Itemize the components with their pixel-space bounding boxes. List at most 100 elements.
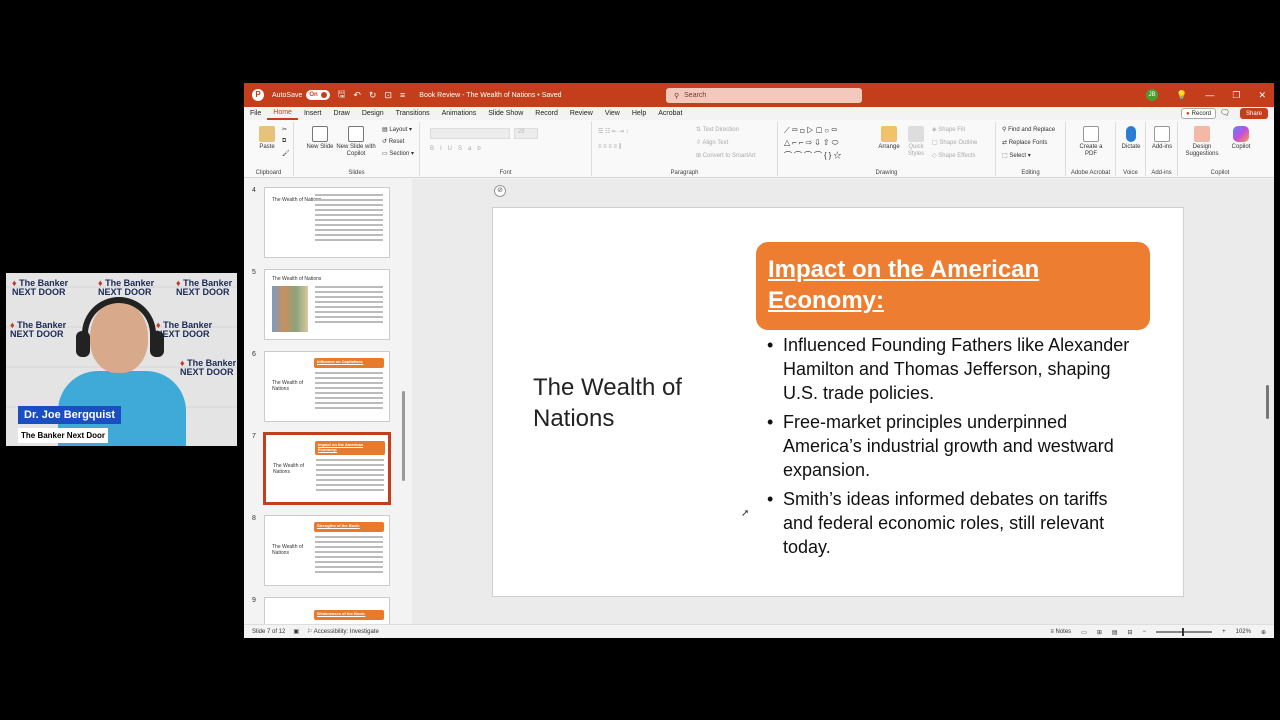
layout-button[interactable]: ▤ Layout ▾ <box>382 126 412 133</box>
zoom-in-icon[interactable]: + <box>1222 629 1226 635</box>
restore-icon[interactable]: ❐ <box>1232 90 1240 101</box>
tab-view[interactable]: View <box>599 110 626 117</box>
copy-icon[interactable]: ⧉ <box>282 138 286 145</box>
paste-button[interactable]: Paste <box>252 126 282 151</box>
slide-thumbnail-6[interactable]: The Wealth of Nations Influence on Capit… <box>264 351 390 422</box>
tab-transitions[interactable]: Transitions <box>390 110 436 117</box>
tab-draw[interactable]: Draw <box>327 110 355 117</box>
autosave-toggle[interactable]: On <box>306 90 330 100</box>
font-size-select[interactable]: 28 <box>514 128 538 139</box>
editor-scrollbar[interactable] <box>1266 189 1270 619</box>
account-avatar[interactable]: JB <box>1146 89 1159 101</box>
search-input[interactable]: ⚲ Search <box>666 88 862 103</box>
thumbnail-number: 9 <box>252 597 256 604</box>
reading-view-icon[interactable]: ▤ <box>1112 629 1118 636</box>
close-icon[interactable]: ✕ <box>1258 90 1266 101</box>
format-painter-icon[interactable]: 🖌 <box>282 150 290 157</box>
tab-record[interactable]: Record <box>529 110 564 117</box>
font-format-buttons[interactable]: BIUSab <box>430 146 487 152</box>
record-button[interactable]: ● Record <box>1181 108 1216 119</box>
tab-review[interactable]: Review <box>564 110 599 117</box>
slide-title[interactable]: The Wealth of Nations <box>533 372 733 434</box>
tab-slide-show[interactable]: Slide Show <box>482 110 529 117</box>
tab-home[interactable]: Home <box>267 107 298 120</box>
slide-thumbnail-5[interactable]: The Wealth of Nations <box>264 269 390 340</box>
microphone-icon <box>1126 126 1136 142</box>
section-button[interactable]: ▭ Section ▾ <box>382 150 414 157</box>
lightbulb-icon[interactable]: 💡 <box>1176 90 1187 101</box>
shape-outline-button[interactable]: ▢ Shape Outline <box>932 139 977 146</box>
paste-icon <box>259 126 275 142</box>
slideshow-icon[interactable]: ⊟ <box>1128 629 1133 636</box>
tab-animations[interactable]: Animations <box>436 110 483 117</box>
new-slide-label: New Slide <box>306 144 334 150</box>
font-family-select[interactable] <box>430 128 510 139</box>
shape-effects-button[interactable]: ◇ Shape Effects <box>932 152 976 159</box>
shapes-gallery-row2[interactable]: △⌐⌐⇨⇩⇧⬭ <box>784 138 840 148</box>
save-icon[interactable]: 🖫 <box>338 87 346 103</box>
reset-label: Reset <box>388 139 405 145</box>
current-slide[interactable]: The Wealth of Nations Impact on the Amer… <box>492 207 1184 597</box>
slide-thumbnail-4[interactable]: The Wealth of Nations <box>264 187 390 258</box>
slide-editor: ⊘ The Wealth of Nations Impact on the Am… <box>412 179 1274 624</box>
zoom-slider[interactable] <box>1156 628 1213 636</box>
new-slide-copilot-button[interactable]: New Slide with Copilot <box>336 126 376 158</box>
quick-styles-button[interactable]: Quick Styles <box>904 126 928 158</box>
create-pdf-button[interactable]: Create a PDF <box>1076 126 1106 158</box>
tab-acrobat[interactable]: Acrobat <box>652 110 688 117</box>
spellcheck-icon[interactable]: ▣ <box>293 628 299 635</box>
add-ins-icon <box>1154 126 1170 142</box>
select-button[interactable]: ⬚ Select ▾ <box>1002 152 1031 159</box>
comments-icon[interactable]: 🗨 <box>1220 108 1230 117</box>
present-icon[interactable]: ⊡ <box>384 90 392 101</box>
screen: ♦ The Banker NEXT DOOR ♦ The Banker NEXT D… <box>0 0 1280 720</box>
copilot-chip-icon[interactable]: ⊘ <box>494 185 506 197</box>
minimize-icon[interactable]: — <box>1205 90 1214 100</box>
replace-fonts-button[interactable]: ⇄ Replace Fonts <box>1002 139 1047 146</box>
new-slide-copilot-label: New Slide with Copilot <box>336 144 376 157</box>
slide-sorter-icon[interactable]: ⊞ <box>1097 629 1102 636</box>
slide-bullet-list[interactable]: Influenced Founding Fathers like Alexand… <box>767 333 1137 564</box>
convert-smartart-button[interactable]: ⊞ Convert to SmartArt <box>696 152 756 159</box>
slide-thumbnail-8[interactable]: The Wealth of Nations Strengths of the B… <box>264 515 390 586</box>
reset-button[interactable]: ↺ Reset <box>382 138 404 145</box>
shapes-gallery-row3[interactable]: ⌒⌒⌒⌒{}☆ <box>784 150 843 161</box>
arrange-button[interactable]: Arrange <box>876 126 902 151</box>
tab-design[interactable]: Design <box>356 110 390 117</box>
zoom-level[interactable]: 102% <box>1236 629 1251 635</box>
text-direction-button[interactable]: ⇅ Text Direction <box>696 126 739 133</box>
tab-insert[interactable]: Insert <box>298 110 328 117</box>
align-icons[interactable]: ≡ ≡ ≡ ≡ ⫼ <box>598 144 621 151</box>
find-replace-button[interactable]: ⚲ Find and Replace <box>1002 126 1055 133</box>
dictate-button[interactable]: Dictate <box>1118 126 1144 151</box>
slide-thumbnail-7-selected[interactable]: The Wealth of Nations Impact on the Amer… <box>263 432 391 505</box>
share-button[interactable]: Share <box>1239 108 1268 119</box>
quick-styles-icon <box>908 126 924 142</box>
tab-file[interactable]: File <box>244 110 267 117</box>
align-text-button[interactable]: ⇳ Align Text <box>696 139 728 146</box>
shape-effects-label: Shape Effects <box>938 153 976 159</box>
normal-view-icon[interactable]: ▭ <box>1081 629 1087 636</box>
accessibility-status[interactable]: ⚐ Accessibility: Investigate <box>307 628 379 635</box>
fit-to-window-icon[interactable]: ⊕ <box>1261 629 1266 636</box>
add-ins-button[interactable]: Add-ins <box>1148 126 1176 151</box>
slide-heading-banner[interactable]: Impact on the American Economy: <box>756 242 1150 330</box>
cut-icon[interactable]: ✂ <box>282 126 287 133</box>
customize-toolbar-icon[interactable]: ≡ <box>400 90 405 100</box>
notes-button[interactable]: ≡ Notes <box>1050 629 1071 635</box>
slide-thumbnail-9[interactable]: Weaknesses of the Book: <box>264 597 390 624</box>
zoom-out-icon[interactable]: − <box>1143 629 1147 635</box>
shape-fill-button[interactable]: ◈ Shape Fill <box>932 126 965 133</box>
design-suggestions-button[interactable]: Design Suggestions <box>1182 126 1222 158</box>
copilot-button[interactable]: Copilot <box>1226 126 1256 151</box>
layout-label: Layout <box>389 127 408 133</box>
tab-help[interactable]: Help <box>626 110 652 117</box>
shapes-gallery[interactable]: ⟋▭◻▷▢○▭ <box>784 126 839 136</box>
new-slide-button[interactable]: New Slide <box>306 126 334 151</box>
thumbnails-scrollbar[interactable] <box>402 279 406 624</box>
bullets-icon[interactable]: ☰ ☷ ⇤ ⇥ ↕ <box>598 128 628 135</box>
thumbnail-number: 4 <box>252 187 256 194</box>
redo-icon[interactable]: ↻ <box>369 90 377 101</box>
document-title[interactable]: Book Review - The Wealth of Nations • Sa… <box>419 92 561 99</box>
undo-icon[interactable]: ↶ <box>353 90 361 101</box>
